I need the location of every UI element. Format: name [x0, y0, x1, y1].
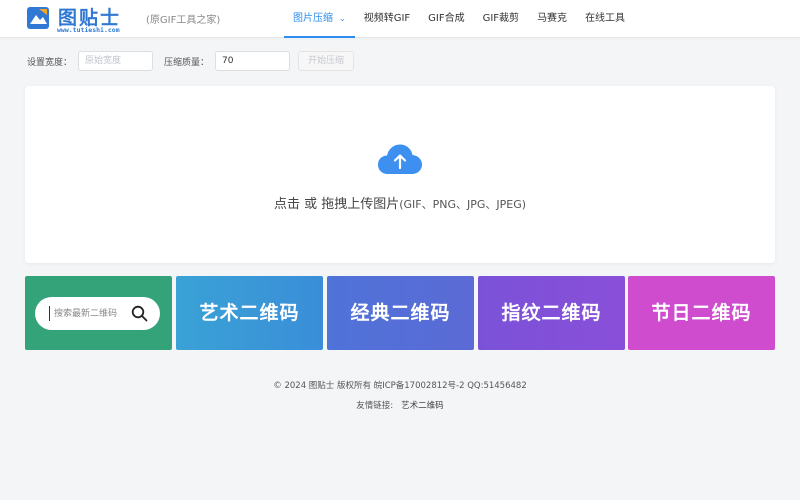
site-subtitle: (原GIF工具之家) [146, 15, 221, 26]
classic-qr-card[interactable]: 经典二维码 [327, 276, 474, 350]
text-cursor [49, 306, 50, 321]
footer-links: 友情链接: 艺术二维码 [0, 399, 800, 411]
qr-search-box[interactable] [35, 297, 160, 330]
nav-item-video-to-gif[interactable]: 视频转GIF [355, 0, 419, 38]
nav-item-label: 视频转GIF [363, 13, 411, 24]
qr-card-row: 艺术二维码 经典二维码 指纹二维码 节日二维码 [25, 276, 775, 350]
main-nav: 图片压缩 ⌄ 视频转GIF GIF合成 GIF裁剪 马赛克 在线工具 [284, 0, 634, 38]
footer-links-label: 友情链接: [356, 401, 394, 411]
footer-link-art-qr[interactable]: 艺术二维码 [401, 401, 444, 411]
width-input[interactable] [78, 51, 153, 71]
nav-item-online-tools[interactable]: 在线工具 [576, 0, 634, 38]
nav-item-gif-compose[interactable]: GIF合成 [419, 0, 473, 38]
logo-icon [27, 7, 49, 29]
compress-toolbar: 设置宽度： 压缩质量： 开始压缩 [0, 51, 800, 71]
nav-item-label: 马赛克 [537, 13, 568, 24]
qr-search-card [25, 276, 172, 350]
upload-hint: 点击 或 拖拽上传图片(GIF、PNG、JPG、JPEG) [25, 193, 775, 212]
nav-item-label: GIF裁剪 [482, 13, 520, 24]
chevron-down-icon: ⌄ [339, 14, 346, 23]
site-logo[interactable]: 图贴士 www.tutieshi.com [24, 3, 136, 35]
start-compress-button[interactable]: 开始压缩 [298, 51, 354, 71]
quality-input[interactable] [215, 51, 290, 71]
qr-search-input[interactable] [54, 305, 132, 322]
fingerprint-qr-card[interactable]: 指纹二维码 [478, 276, 625, 350]
nav-item-gif-crop[interactable]: GIF裁剪 [474, 0, 528, 38]
upload-hint-main: 点击 或 拖拽上传图片 [273, 197, 400, 212]
top-header: 图贴士 www.tutieshi.com (原GIF工具之家) 图片压缩 ⌄ 视频… [0, 0, 800, 38]
logo-url: www.tutieshi.com [57, 26, 120, 34]
upload-dropzone[interactable]: 点击 或 拖拽上传图片(GIF、PNG、JPG、JPEG) [25, 86, 775, 263]
holiday-qr-card[interactable]: 节日二维码 [628, 276, 775, 350]
footer-copyright: © 2024 图贴士 版权所有 皖ICP备17002812号-2 QQ:5145… [273, 381, 527, 391]
upload-hint-formats: (GIF、PNG、JPG、JPEG) [399, 198, 527, 211]
width-label: 设置宽度： [27, 58, 73, 68]
nav-item-image-compress[interactable]: 图片压缩 ⌄ [284, 0, 355, 38]
art-qr-card[interactable]: 艺术二维码 [176, 276, 323, 350]
search-icon[interactable] [131, 305, 148, 322]
cloud-upload-icon [378, 144, 422, 174]
nav-item-label: 图片压缩 [293, 13, 333, 24]
quality-label: 压缩质量： [164, 58, 210, 68]
nav-item-label: GIF合成 [428, 13, 465, 24]
nav-item-label: 在线工具 [585, 13, 626, 24]
nav-item-mosaic[interactable]: 马赛克 [528, 0, 576, 38]
